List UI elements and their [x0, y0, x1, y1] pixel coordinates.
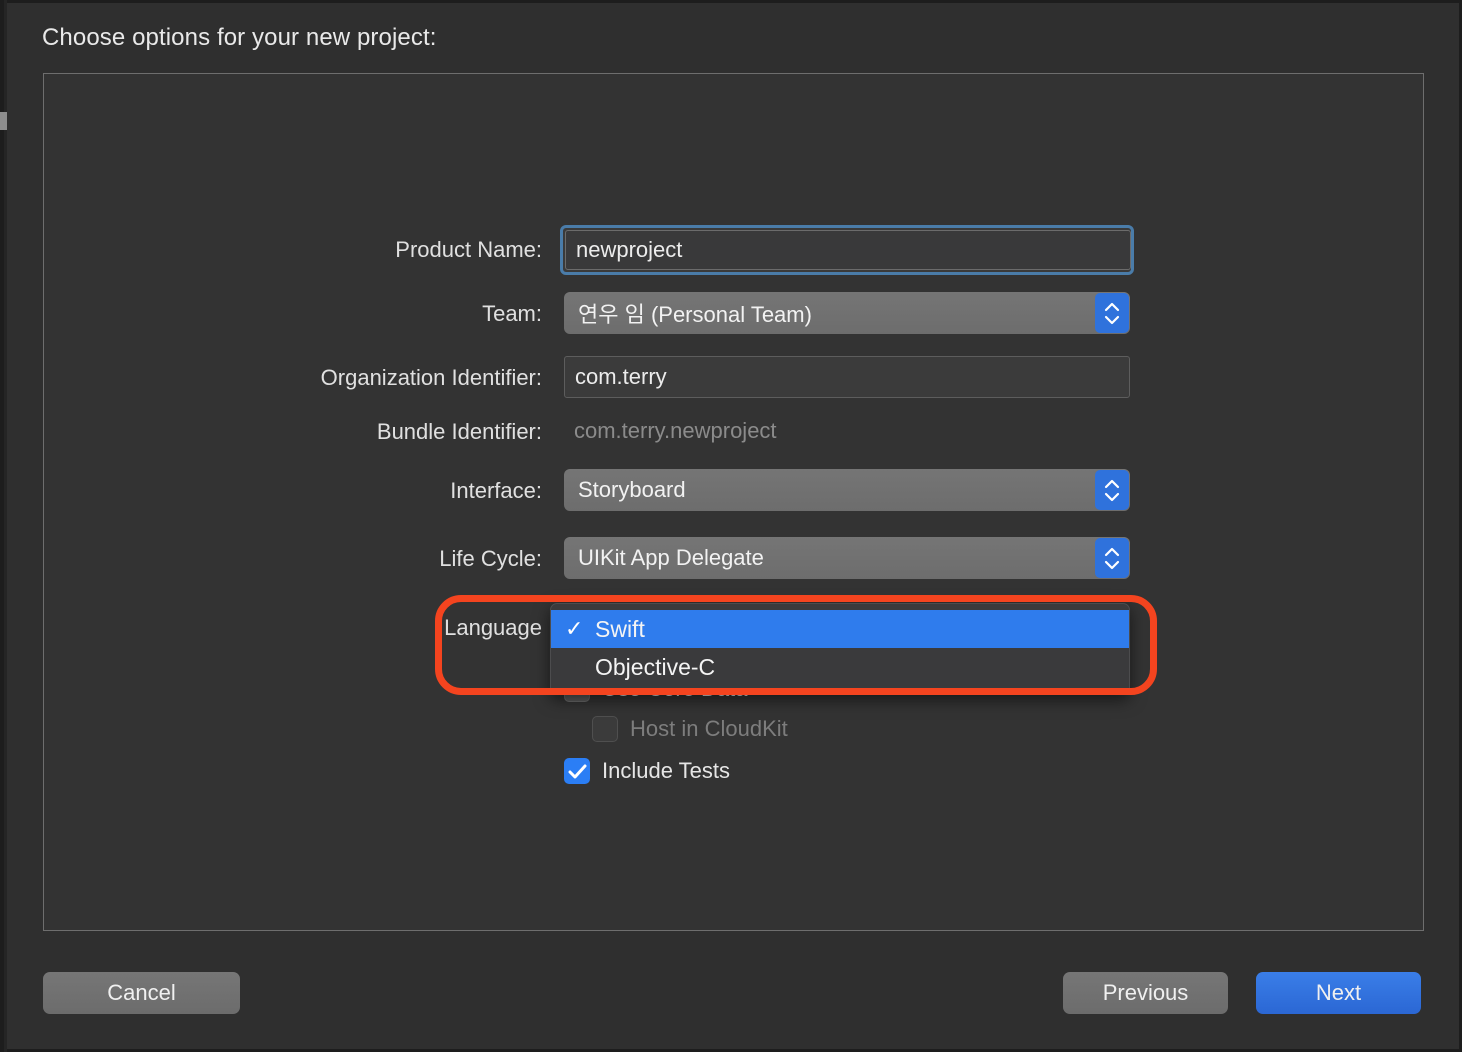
label-language: Language	[444, 615, 542, 640]
form-row-product-name: Product Name: newproject	[44, 225, 1425, 275]
menu-item-label: Swift	[595, 615, 645, 642]
control-organization-identifier: com.terry	[560, 356, 1425, 400]
interface-popup-button[interactable]: Storyboard	[564, 469, 1130, 511]
bundle-identifier-value: com.terry.newproject	[574, 418, 777, 443]
cancel-button[interactable]: Cancel	[43, 972, 240, 1014]
control-product-name: newproject	[560, 225, 1425, 275]
label-bundle-identifier: Bundle Identifier:	[376, 419, 542, 444]
organization-identifier-value: com.terry	[575, 364, 667, 389]
form-row-interface: Interface: Storyboard	[44, 469, 1425, 513]
chevron-updown-icon[interactable]	[1095, 538, 1129, 578]
checkbox-row-host-in-cloudkit: Host in CloudKit	[592, 712, 788, 746]
team-value: 연우 임 (Personal Team)	[578, 302, 812, 327]
form-row-team: Team: 연우 임 (Personal Team)	[44, 292, 1425, 336]
options-panel: Product Name: newproject Team: 연우 임 (Per…	[43, 73, 1424, 931]
language-dropdown-menu[interactable]: ✓ Swift Objective-C	[550, 603, 1130, 695]
life-cycle-value: UIKit App Delegate	[578, 545, 764, 570]
previous-button[interactable]: Previous	[1063, 972, 1228, 1014]
product-name-input[interactable]: newproject	[560, 225, 1134, 275]
checkbox-label-include-tests: Include Tests	[602, 758, 731, 783]
checkbox-include-tests[interactable]	[564, 758, 590, 784]
window-edge-left-inner	[4, 0, 7, 1052]
label-product-name: Product Name:	[395, 237, 542, 262]
window-edge-handle	[0, 112, 7, 130]
check-icon: ✓	[565, 616, 584, 641]
chevron-updown-icon[interactable]	[1095, 470, 1129, 510]
form-row-organization-identifier: Organization Identifier: com.terry	[44, 356, 1425, 400]
label-organization-identifier: Organization Identifier:	[320, 365, 542, 390]
checkbox-label-host-in-cloudkit: Host in CloudKit	[630, 716, 788, 741]
label-life-cycle: Life Cycle:	[439, 546, 542, 571]
menu-item-objective-c[interactable]: Objective-C	[551, 648, 1129, 686]
control-bundle-identifier: com.terry.newproject	[560, 410, 1425, 454]
menu-item-swift[interactable]: ✓ Swift	[551, 610, 1129, 648]
product-name-value: newproject	[576, 237, 683, 262]
chevron-updown-icon[interactable]	[1095, 293, 1129, 333]
form-row-life-cycle: Life Cycle: UIKit App Delegate	[44, 537, 1425, 581]
life-cycle-popup-button[interactable]: UIKit App Delegate	[564, 537, 1130, 579]
product-name-input-inner[interactable]: newproject	[565, 230, 1131, 270]
label-team: Team:	[482, 301, 542, 326]
checkbox-host-in-cloudkit	[592, 716, 618, 742]
new-project-options-dialog: Choose options for your new project: Pro…	[0, 0, 1462, 1052]
form-row-bundle-identifier: Bundle Identifier: com.terry.newproject	[44, 410, 1425, 454]
control-life-cycle: UIKit App Delegate	[560, 537, 1425, 581]
window-edge-top	[0, 0, 1462, 3]
page-title: Choose options for your new project:	[42, 24, 437, 51]
control-team: 연우 임 (Personal Team)	[560, 292, 1425, 336]
team-popup-button[interactable]: 연우 임 (Personal Team)	[564, 292, 1130, 334]
control-interface: Storyboard	[560, 469, 1425, 513]
interface-value: Storyboard	[578, 477, 686, 502]
menu-item-label: Objective-C	[595, 653, 716, 680]
checkbox-row-include-tests[interactable]: Include Tests	[564, 754, 730, 788]
next-button[interactable]: Next	[1256, 972, 1421, 1014]
label-interface: Interface:	[450, 478, 542, 503]
organization-identifier-input[interactable]: com.terry	[564, 356, 1130, 398]
